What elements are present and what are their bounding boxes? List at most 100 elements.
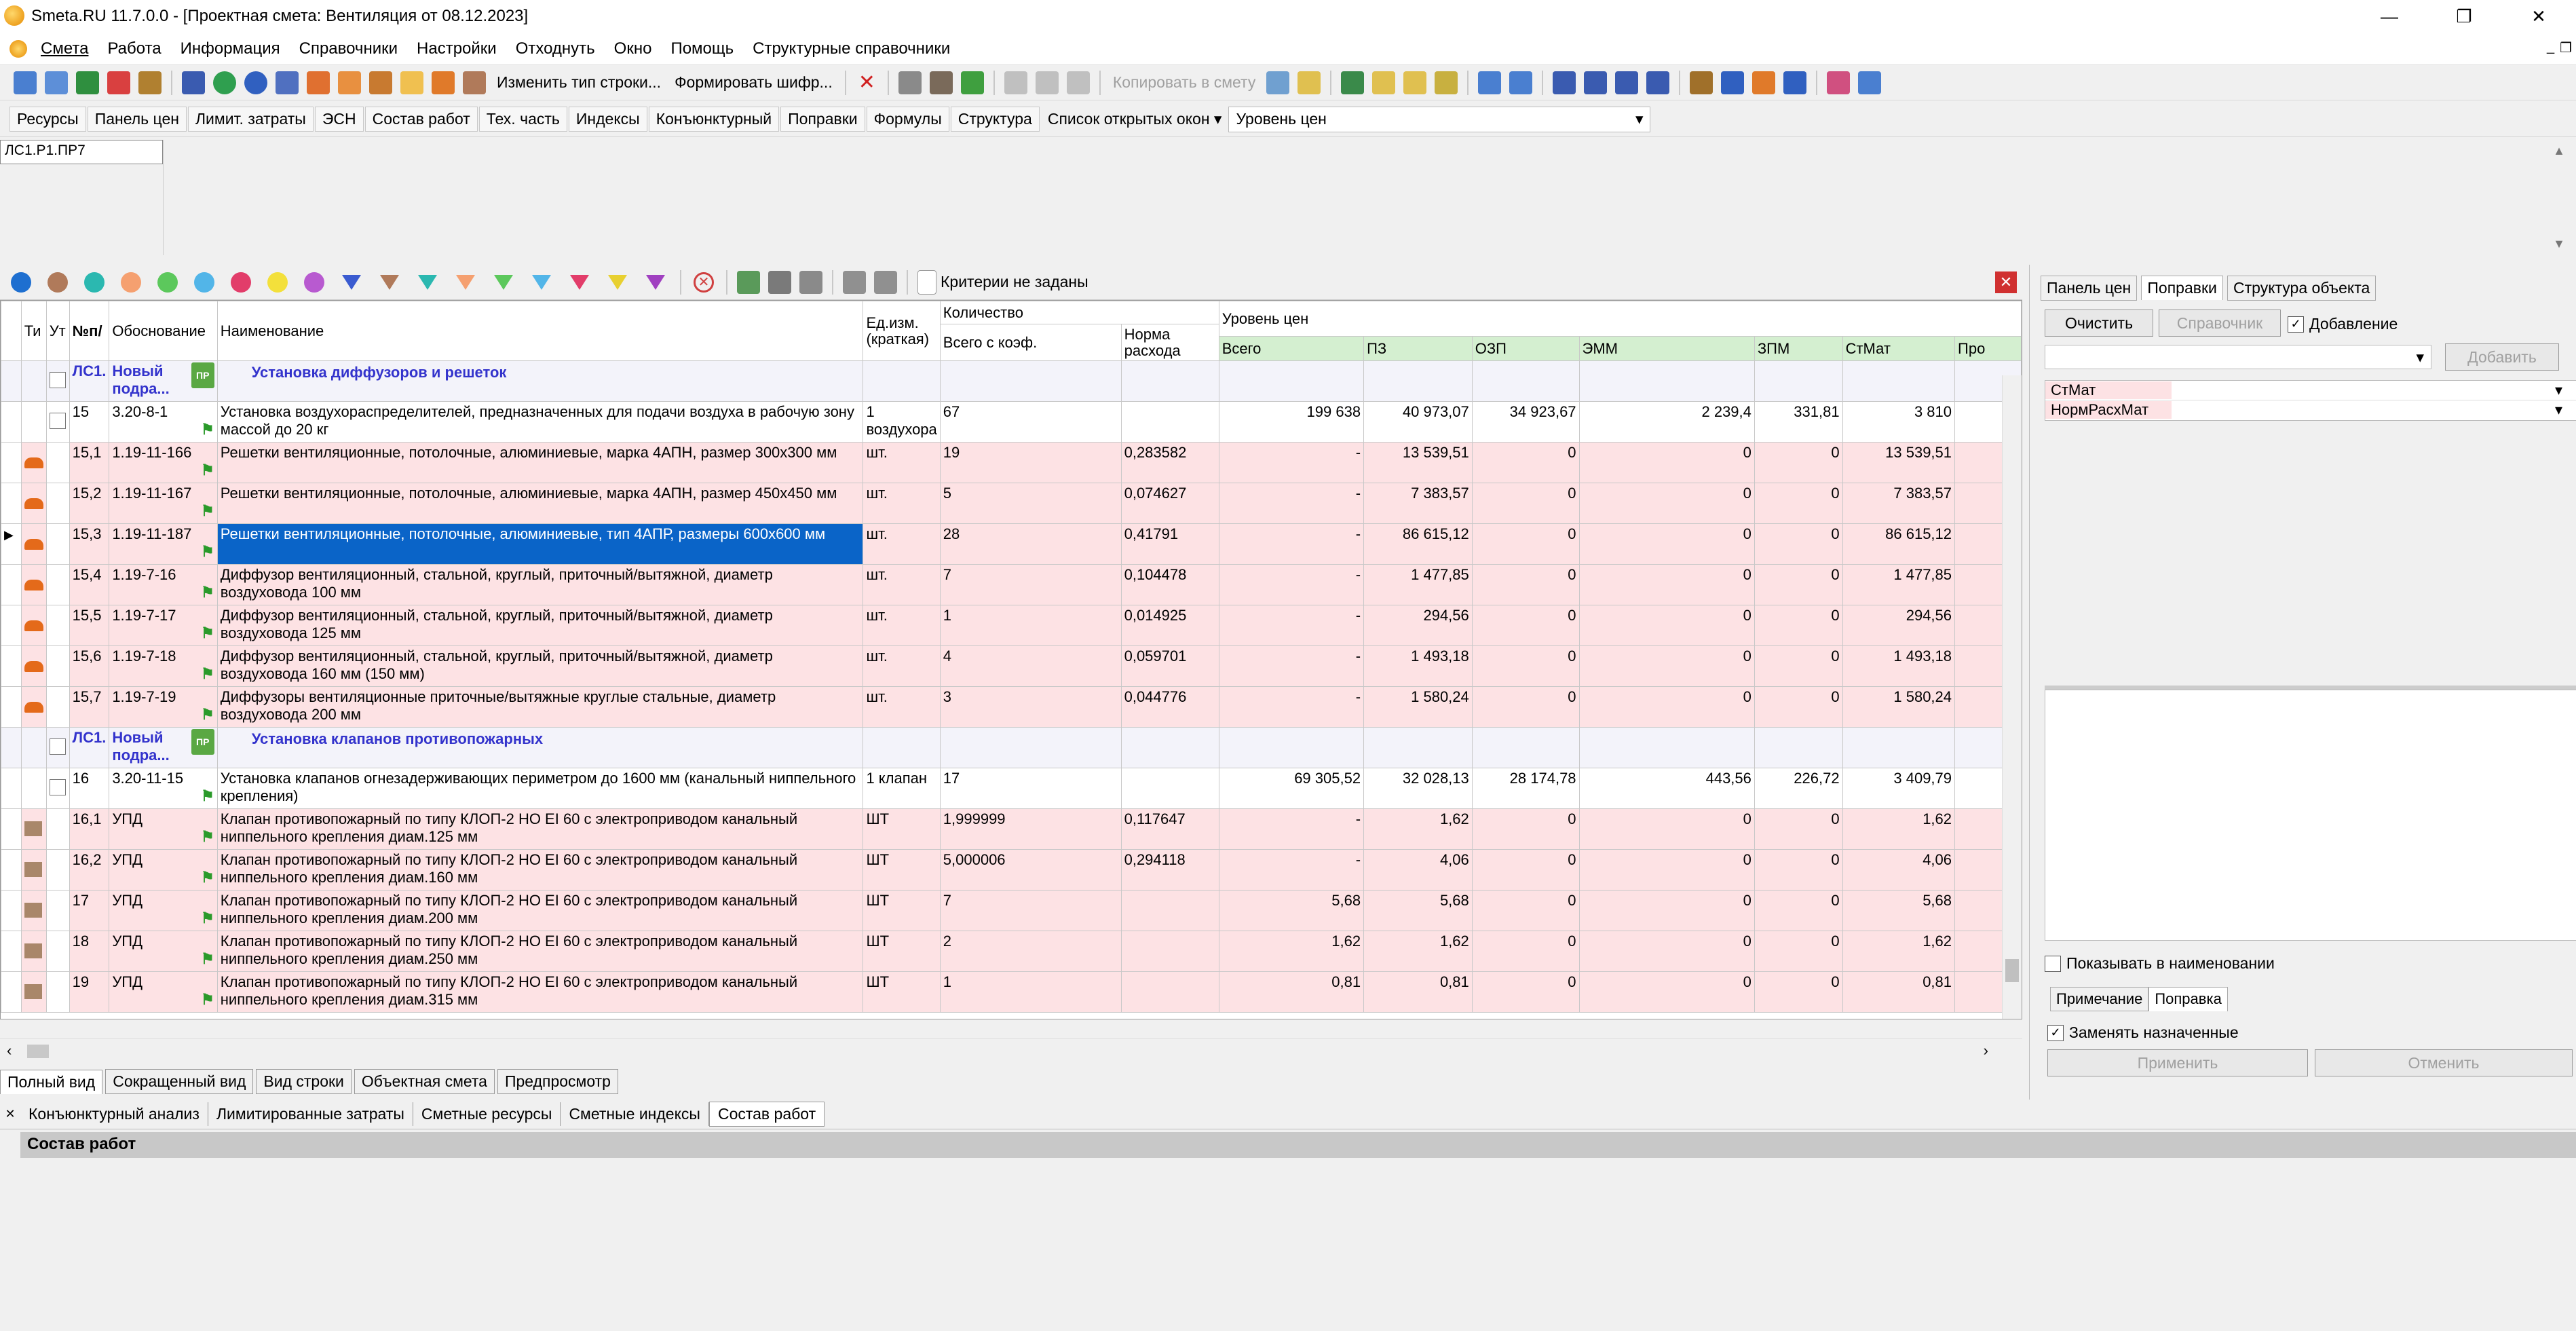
emm-cell[interactable]: 0: [1578, 890, 1755, 931]
norm-cell[interactable]: [1120, 768, 1219, 809]
npp-cell[interactable]: 15,2: [69, 483, 110, 524]
stmat-cell[interactable]: 86 615,12: [1842, 523, 1956, 565]
minimize-icon[interactable]: —: [2352, 0, 2427, 33]
ozp-cell[interactable]: 34 923,67: [1471, 401, 1580, 443]
emm-cell[interactable]: 0: [1578, 971, 1755, 1013]
stmat-cell[interactable]: 1 477,85: [1842, 564, 1956, 605]
change-row-type-button[interactable]: Изменить тип строки...: [490, 73, 668, 92]
npp-cell[interactable]: 19: [69, 971, 110, 1013]
total-cell[interactable]: 0,81: [1218, 971, 1365, 1013]
emm-cell[interactable]: 0: [1578, 645, 1755, 687]
pz-cell[interactable]: 1 493,18: [1363, 645, 1473, 687]
table-row[interactable]: 15,6 1.19-7-18 ⚑ Диффузор вентиляционный, с…: [1, 645, 2022, 687]
tab-object-smeta[interactable]: Объектная смета: [354, 1069, 495, 1094]
scrollbar-thumb[interactable]: [2005, 959, 2019, 982]
material-icon[interactable]: [432, 71, 455, 94]
table-row[interactable]: 16 3.20-11-15 ⚑ Установка клапанов огнезаде…: [1, 768, 2022, 809]
unit-cell[interactable]: шт.: [863, 645, 941, 687]
machine-icon[interactable]: [369, 71, 392, 94]
copy-icon[interactable]: [1035, 71, 1059, 94]
pile-icon[interactable]: [1752, 71, 1776, 94]
row-checkbox-cell[interactable]: [45, 890, 70, 931]
add-button[interactable]: Добавить: [2445, 343, 2559, 371]
undo-icon[interactable]: [244, 71, 267, 94]
stmat-cell[interactable]: 1 493,18: [1842, 645, 1956, 687]
row-indicator[interactable]: [1, 605, 22, 646]
row-checkbox[interactable]: [50, 413, 67, 429]
table-row[interactable]: 15,4 1.19-7-16 ⚑ Диффузор вентиляционный, с…: [1, 564, 2022, 605]
table-row[interactable]: 16,2 УПД ⚑ Клапан противопожарный по типу К…: [1, 849, 2022, 891]
unit-cell[interactable]: шт.: [863, 523, 941, 565]
col-basis-header[interactable]: Обоснование: [109, 301, 218, 361]
menu-smeta[interactable]: Смета: [31, 39, 98, 58]
close-icon[interactable]: ✕: [2501, 0, 2576, 33]
qty-cell[interactable]: 7: [939, 564, 1122, 605]
row-indicator[interactable]: [1, 645, 22, 687]
insert-row-icon[interactable]: [14, 71, 37, 94]
emm-cell[interactable]: 0: [1578, 849, 1755, 891]
table-row[interactable]: 16,1 УПД ⚑ Клапан противопожарный по типу К…: [1, 808, 2022, 850]
total-cell[interactable]: 1,62: [1218, 931, 1365, 972]
tab-row-view[interactable]: Вид строки: [256, 1069, 352, 1094]
funnel-icon[interactable]: [494, 274, 513, 290]
name-cell[interactable]: Решетки вентиляционные, потолочные, алюм…: [216, 523, 864, 565]
basis-cell[interactable]: УПД ⚑: [109, 971, 218, 1013]
ozp-cell[interactable]: 0: [1471, 808, 1580, 850]
ozp-cell[interactable]: 0: [1471, 605, 1580, 646]
menu-rest[interactable]: Отходнуть: [506, 39, 605, 58]
row-checkbox-cell[interactable]: [45, 768, 70, 809]
position-field[interactable]: ЛС1.Р1.ПР7: [0, 140, 163, 164]
pz-cell[interactable]: 7 383,57: [1363, 483, 1473, 524]
npp-cell[interactable]: ЛС1.: [69, 727, 110, 768]
hammer-icon[interactable]: [1690, 71, 1713, 94]
filter-color-icon[interactable]: [267, 271, 288, 293]
basis-cell[interactable]: 3.20-8-1 ⚑: [109, 401, 218, 443]
norm-cell[interactable]: [1120, 890, 1219, 931]
clear-filter-icon[interactable]: ✕: [694, 271, 714, 293]
name-cell[interactable]: Клапан противопожарный по типу КЛОП-2 НО…: [216, 890, 864, 931]
total-cell[interactable]: 69 305,52: [1218, 768, 1365, 809]
rtab-object-structure[interactable]: Структура объекта: [2227, 276, 2376, 301]
emm-cell[interactable]: 0: [1578, 564, 1755, 605]
funnel-icon[interactable]: [380, 274, 399, 290]
norm-cell[interactable]: 0,044776: [1120, 686, 1219, 728]
ozp-cell[interactable]: 0: [1471, 971, 1580, 1013]
stmat-cell[interactable]: 5,68: [1842, 890, 1956, 931]
name-cell[interactable]: Диффузоры вентиляционные приточные/вытяж…: [216, 686, 864, 728]
qty-cell[interactable]: 2: [939, 931, 1122, 972]
pz-cell[interactable]: 13 539,51: [1363, 442, 1473, 483]
price-level-select[interactable]: Уровень цен ▾: [1228, 106, 1651, 132]
npp-cell[interactable]: 15,6: [69, 645, 110, 687]
name-cell[interactable]: Решетки вентиляционные, потолочные, алюм…: [216, 483, 864, 524]
pz-cell[interactable]: 86 615,12: [1363, 523, 1473, 565]
row-checkbox-cell[interactable]: [45, 931, 70, 972]
row-indicator[interactable]: [1, 442, 22, 483]
col-unit-header[interactable]: Ед.изм. (краткая): [863, 301, 941, 361]
vertical-scrollbar[interactable]: [2002, 375, 2022, 1019]
table-row[interactable]: 15,1 1.19-11-166 ⚑ Решетки вентиляционные, …: [1, 442, 2022, 483]
replace-assigned-checkbox[interactable]: ✓ Заменять назначенные: [2047, 1024, 2239, 1042]
row-checkbox-cell[interactable]: [45, 483, 70, 524]
norm-cell[interactable]: 0,014925: [1120, 605, 1219, 646]
scroll-left-icon[interactable]: ‹: [7, 1042, 12, 1060]
total-cell[interactable]: -: [1218, 483, 1365, 524]
worker-icon[interactable]: [338, 71, 361, 94]
total-cell[interactable]: -: [1218, 849, 1365, 891]
row-indicator[interactable]: ▶: [1, 523, 22, 565]
row-checkbox-cell[interactable]: [45, 727, 70, 768]
zpm-cell[interactable]: 0: [1754, 971, 1843, 1013]
filter-color-icon[interactable]: [48, 271, 68, 293]
npp-cell[interactable]: 17: [69, 890, 110, 931]
row-checkbox-cell[interactable]: [45, 564, 70, 605]
row-indicator[interactable]: [1, 971, 22, 1013]
copy-smeta-icon[interactable]: [1266, 71, 1290, 94]
maximize-icon[interactable]: ❐: [2427, 0, 2501, 33]
menu-window[interactable]: Окно: [605, 39, 662, 58]
tab-formulas[interactable]: Формулы: [866, 107, 949, 132]
zpm-cell[interactable]: 0: [1754, 645, 1843, 687]
filter-color-icon[interactable]: [84, 271, 105, 293]
row-checkbox-cell[interactable]: [45, 523, 70, 565]
row-checkbox-cell[interactable]: [45, 605, 70, 646]
list-edit-icon[interactable]: [1509, 71, 1533, 94]
ozp-cell[interactable]: 0: [1471, 483, 1580, 524]
